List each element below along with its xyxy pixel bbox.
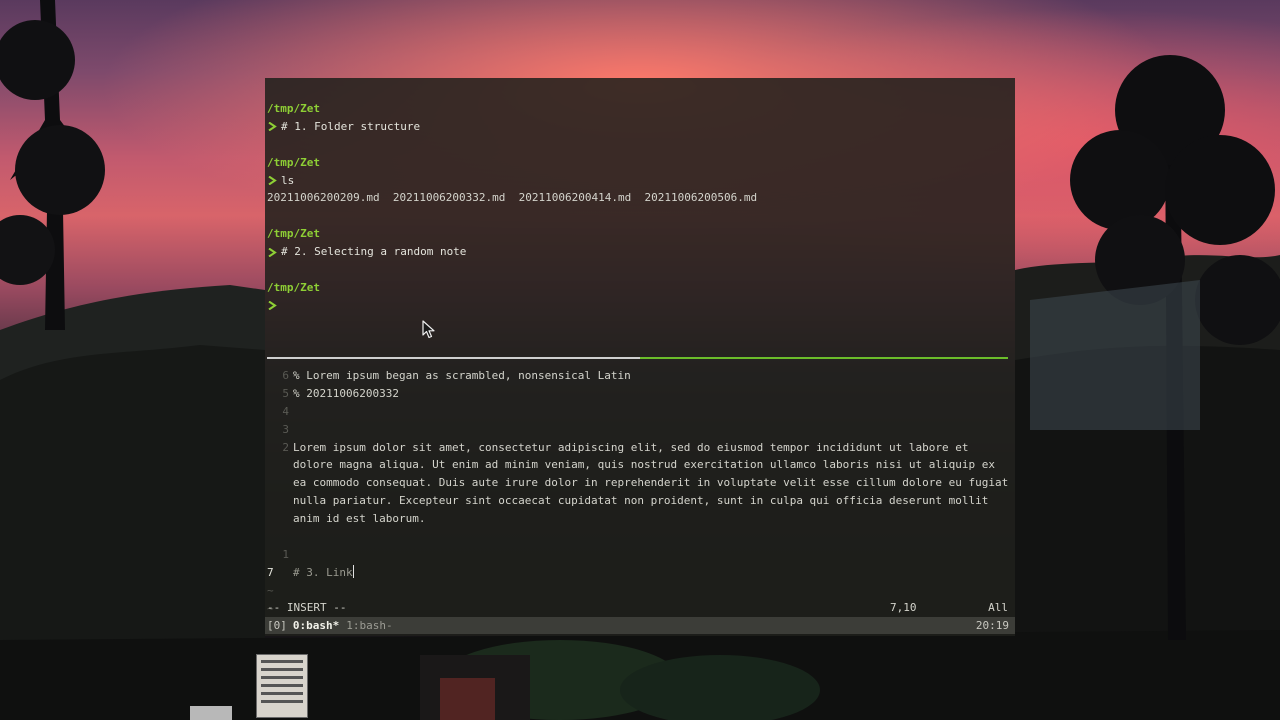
editor-line: 1 xyxy=(267,546,1013,564)
tmux-clock: 20:19 xyxy=(975,618,1009,632)
line-number: 4 xyxy=(282,404,289,418)
line-text: dolore magna aliqua. Ut enim ad minim ve… xyxy=(293,458,995,472)
command-text: ls xyxy=(281,173,295,187)
current-line-number: 7 xyxy=(267,565,274,579)
mode-indicator: -- INSERT -- xyxy=(267,601,347,614)
current-editor-line[interactable]: 7 # 3. Link xyxy=(267,564,1013,582)
prompt-line: # 2. Selecting a random note xyxy=(267,243,1013,261)
editor-line: 6 % Lorem ipsum began as scrambled, nons… xyxy=(267,367,1013,385)
command-text: # 2. Selecting a random note xyxy=(281,245,467,259)
editor-line xyxy=(267,528,1013,546)
line-text: Lorem ipsum dolor sit amet, consectetur … xyxy=(293,440,969,454)
command-output: 20211006200209.md 20211006200332.md 2021… xyxy=(267,191,758,205)
editor-line: dolore magna aliqua. Ut enim ad minim ve… xyxy=(267,456,1013,474)
current-line-content: # 3. Link xyxy=(293,565,353,579)
editor-line: ea commodo consequat. Duis aute irure do… xyxy=(267,474,1013,492)
line-number xyxy=(267,456,293,474)
editor-line: anim id est laborum. xyxy=(267,510,1013,528)
editor-line: 5 % 20211006200332 xyxy=(267,385,1013,403)
chevron-right-icon xyxy=(268,301,277,311)
empty-buffer-line: ~ xyxy=(267,582,1013,600)
active-prompt-line[interactable] xyxy=(267,297,1013,315)
pane-divider-inactive xyxy=(267,357,640,359)
pane-divider[interactable] xyxy=(267,357,1008,359)
line-text: anim id est laborum. xyxy=(293,512,426,526)
editor-line: 3 xyxy=(267,421,1013,439)
editor-line: 4 xyxy=(267,403,1013,421)
mouse-cursor-icon xyxy=(422,320,435,339)
tmux-status-bar: [0] 0:bash* 1:bash- 20:19 xyxy=(265,617,1015,634)
chevron-right-icon xyxy=(268,122,277,132)
line-text: % Lorem ipsum began as scrambled, nonsen… xyxy=(293,369,631,382)
prompt-path: /tmp/Zet xyxy=(267,280,320,294)
shell-pane[interactable]: /tmp/Zet # 1. Folder structure /tmp/Zet … xyxy=(267,100,1013,315)
prompt-path: /tmp/Zet xyxy=(267,227,320,241)
chevron-right-icon xyxy=(268,247,277,257)
line-text: % 20211006200332 xyxy=(293,386,399,400)
pane-divider-active xyxy=(640,357,1008,359)
prompt-path: /tmp/Zet xyxy=(267,102,320,115)
line-number: 6 xyxy=(282,369,289,382)
text-cursor xyxy=(352,564,354,578)
vim-mode-line: -- INSERT -- 7,10 All xyxy=(267,599,1008,617)
command-text: # 1. Folder structure xyxy=(281,119,421,133)
street-sign xyxy=(190,706,232,720)
tmux-window-inactive[interactable]: 1:bash- xyxy=(346,617,392,635)
shop-sign xyxy=(256,654,308,718)
terminal-window[interactable]: /tmp/Zet # 1. Folder structure /tmp/Zet … xyxy=(265,78,1015,636)
line-text: ea commodo consequat. Duis aute irure do… xyxy=(293,476,1009,490)
vim-editor-pane[interactable]: 6 % Lorem ipsum began as scrambled, nons… xyxy=(267,367,1013,617)
prompt-path: /tmp/Zet xyxy=(267,155,320,169)
cursor-position: 7,10 xyxy=(890,601,917,614)
prompt-line: ls xyxy=(267,172,1013,190)
prompt-line: # 1. Folder structure xyxy=(267,118,1013,136)
editor-line: 2 Lorem ipsum dolor sit amet, consectetu… xyxy=(267,439,1013,457)
line-number xyxy=(267,528,293,546)
line-number xyxy=(267,492,293,510)
tmux-session-label[interactable]: [0] xyxy=(265,617,287,635)
current-line-text[interactable]: # 3. Link xyxy=(293,564,354,582)
scroll-indicator: All xyxy=(988,601,1008,614)
line-text: nulla pariatur. Excepteur sint occaecat … xyxy=(293,494,989,508)
chevron-right-icon xyxy=(268,176,277,185)
line-number: 2 xyxy=(282,440,289,454)
line-number: 1 xyxy=(282,547,289,561)
line-number: 3 xyxy=(282,422,289,436)
line-number: 5 xyxy=(282,386,289,400)
line-number xyxy=(267,510,293,528)
editor-line: nulla pariatur. Excepteur sint occaecat … xyxy=(267,492,1013,510)
tmux-window-active[interactable]: 0:bash* xyxy=(293,617,339,635)
line-number xyxy=(267,474,293,492)
tilde-marker: ~ xyxy=(267,583,274,597)
